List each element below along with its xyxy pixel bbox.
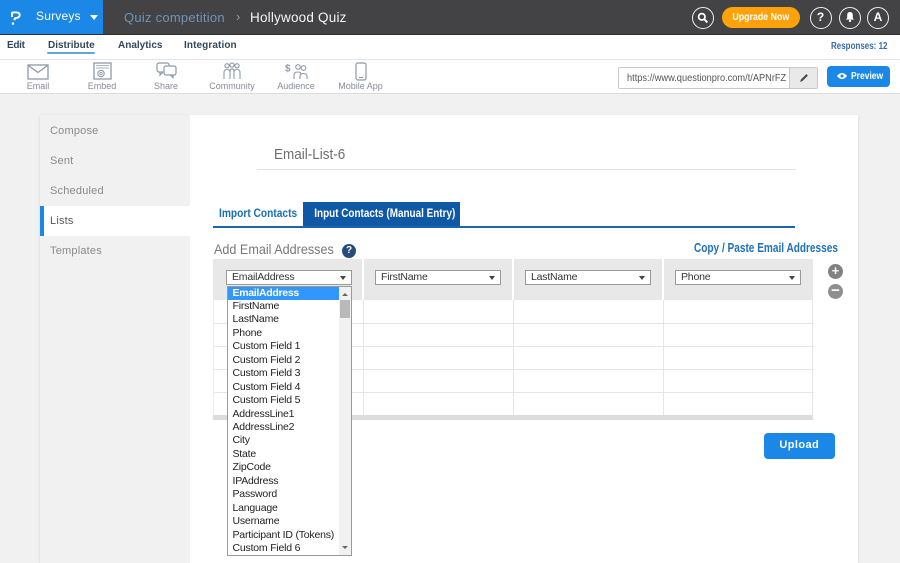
svg-text:$: $ [285,64,291,75]
